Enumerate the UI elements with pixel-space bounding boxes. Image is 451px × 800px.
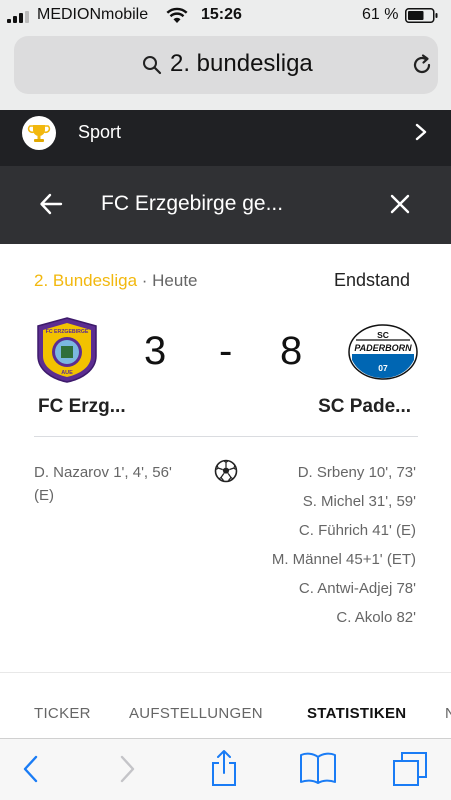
tab-ticker[interactable]: TICKER: [34, 705, 91, 722]
league-name[interactable]: 2. Bundesliga: [34, 271, 137, 290]
away-scorer: D. Srbeny 10', 73': [297, 464, 416, 481]
address-text: 2. bundesliga: [170, 50, 313, 77]
bookmarks-icon[interactable]: [298, 751, 338, 785]
status-bar: MEDIONmobile 15:26 61 %: [0, 0, 451, 34]
away-scorer: C. Führich 41' (E): [298, 522, 416, 539]
browser-address-area: 2. bundesliga: [0, 34, 451, 111]
share-icon[interactable]: [209, 749, 239, 787]
away-scorers: D. Srbeny 10', 73' S. Michel 31', 59' C.…: [266, 461, 416, 635]
away-crest-sc: SC: [377, 330, 389, 340]
home-team-name[interactable]: FC Erzg...: [38, 396, 126, 418]
sport-bar[interactable]: Sport: [0, 110, 451, 166]
close-icon[interactable]: [388, 192, 412, 216]
away-scorer: M. Männel 45+1' (ET): [271, 551, 416, 568]
away-team-crest: SC PADERBORN 07: [348, 324, 418, 380]
clock: 15:26: [201, 6, 242, 23]
league-line: 2. Bundesliga · Heute: [34, 271, 198, 291]
forward-icon[interactable]: [116, 753, 138, 785]
match-tabs: TICKER AUFSTELLUNGEN STATISTIKEN N: [0, 672, 451, 739]
soccer-ball-icon: [214, 459, 238, 483]
address-bar[interactable]: 2. bundesliga: [14, 36, 438, 94]
team-title: FC Erzgebirge ge...: [101, 192, 284, 215]
away-crest-num: 07: [378, 363, 388, 373]
battery-percentage: 61 %: [362, 6, 399, 23]
tab-aufstellungen[interactable]: AUFSTELLUNGEN: [129, 705, 263, 722]
away-crest-text: PADERBORN: [354, 343, 412, 353]
away-scorer: C. Akolo 82': [336, 609, 416, 626]
chevron-right-icon: [415, 123, 427, 141]
home-score: 3: [144, 329, 167, 373]
away-scorer: S. Michel 31', 59': [302, 493, 416, 510]
back-arrow-icon[interactable]: [38, 191, 64, 217]
home-team-crest: FC ERZGEBIRGE AUE: [37, 317, 97, 383]
home-crest-text: FC ERZGEBIRGE: [46, 329, 89, 335]
back-icon[interactable]: [20, 753, 42, 785]
search-icon: [143, 56, 162, 75]
sport-label: Sport: [78, 122, 122, 142]
home-scorer: D. Nazarov 1', 4', 56' (E): [34, 464, 172, 504]
away-scorer: C. Antwi-Adjej 78': [298, 580, 416, 597]
away-team-name[interactable]: SC Pade...: [318, 396, 411, 418]
carrier-name: MEDIONmobile: [37, 6, 149, 23]
trophy-icon: [22, 116, 56, 150]
tab-statistiken[interactable]: STATISTIKEN: [307, 705, 406, 722]
signal-icon: [7, 11, 33, 23]
away-score: 8: [280, 329, 303, 373]
reload-icon[interactable]: [410, 53, 434, 77]
score-separator: -: [219, 329, 233, 373]
match-status: Endstand: [333, 270, 410, 290]
tab-next-partial[interactable]: N: [445, 705, 451, 722]
battery-icon: [405, 8, 438, 23]
match-date: · Heute: [137, 271, 198, 290]
home-crest-sub: AUE: [61, 370, 73, 376]
team-header-bar: FC Erzgebirge ge...: [0, 166, 451, 244]
wifi-icon: [166, 7, 188, 23]
browser-toolbar: [0, 738, 451, 800]
home-scorers: D. Nazarov 1', 4', 56' (E): [34, 461, 184, 507]
tabs-icon[interactable]: [392, 751, 428, 787]
divider: [34, 436, 418, 437]
